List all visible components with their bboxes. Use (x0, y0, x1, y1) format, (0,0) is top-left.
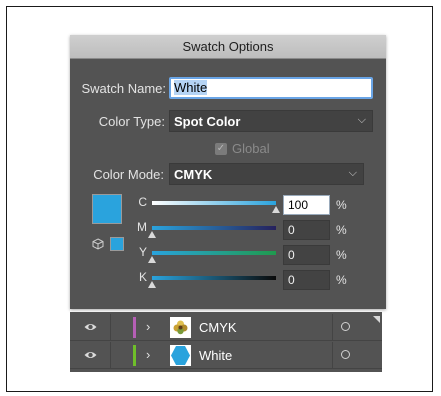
value-field-c[interactable]: 100 (283, 195, 330, 215)
chevron-right-icon[interactable]: › (146, 319, 150, 334)
eye-icon[interactable] (84, 322, 97, 332)
channel-label-m: M (137, 220, 147, 234)
percent-m: % (336, 223, 347, 237)
layer-name: CMYK (199, 320, 237, 335)
global-label: Global (232, 141, 270, 156)
value-m: 0 (288, 223, 295, 237)
chevron-right-icon[interactable]: › (146, 347, 150, 362)
slider-thumb-y[interactable] (148, 256, 156, 263)
column-divider (332, 342, 333, 369)
value-field-m[interactable]: 0 (283, 220, 330, 240)
color-mode-label: Color Mode: (93, 167, 164, 182)
color-type-select[interactable]: Spot Color ⌵ (169, 110, 373, 132)
color-mode-select[interactable]: CMYK ⌵ (169, 163, 364, 185)
color-type-value: Spot Color (174, 113, 241, 129)
swatch-name-input[interactable]: White (169, 77, 373, 99)
selection-corner-icon (373, 316, 380, 323)
dialog-titlebar[interactable]: Swatch Options (70, 35, 386, 59)
global-checkbox[interactable]: ✓ (215, 143, 227, 155)
value-y: 0 (288, 248, 295, 262)
layer-color-bar (133, 317, 136, 338)
slider-thumb-m[interactable] (148, 231, 156, 238)
color-type-label: Color Type: (98, 114, 165, 129)
column-divider (110, 342, 111, 369)
channel-label-k: K (138, 270, 147, 284)
swatch-layers-panel: › CMYK › White (70, 312, 382, 372)
swatch-options-dialog: Swatch Options Swatch Name: White Color … (70, 35, 386, 309)
column-divider (110, 314, 111, 341)
channel-label-c: C (138, 195, 147, 209)
column-divider (332, 314, 333, 341)
value-field-k[interactable]: 0 (283, 270, 330, 290)
chevron-down-icon: ⌵ (348, 167, 357, 179)
layer-name: White (199, 348, 233, 363)
percent-y: % (336, 248, 347, 262)
chevron-down-icon: ⌵ (357, 114, 366, 126)
layer-row[interactable]: › CMYK (70, 314, 382, 341)
percent-k: % (336, 273, 347, 287)
slider-track-k[interactable] (152, 276, 276, 280)
slider-thumb-k[interactable] (148, 281, 156, 288)
percent-c: % (336, 198, 347, 212)
layer-color-bar (133, 345, 136, 366)
blue-shape-icon (170, 345, 191, 366)
slider-thumb-c[interactable] (272, 206, 280, 213)
slider-track-c[interactable] (152, 201, 276, 205)
value-field-y[interactable]: 0 (283, 245, 330, 265)
color-mode-value: CMYK (174, 166, 213, 182)
checkmark-icon: ✓ (216, 143, 226, 154)
slider-track-y[interactable] (152, 251, 276, 255)
target-circle-icon[interactable] (341, 322, 350, 331)
layer-row[interactable]: › White (70, 342, 382, 369)
out-of-gamut-swatch[interactable] (110, 237, 124, 251)
dialog-title: Swatch Options (182, 39, 274, 54)
swatch-name-label: Swatch Name: (81, 81, 166, 96)
eye-icon[interactable] (84, 350, 97, 360)
color-preview-swatch (92, 194, 122, 224)
cube-icon[interactable] (92, 238, 104, 250)
slider-track-m[interactable] (152, 226, 276, 230)
swatch-name-value: White (174, 80, 208, 95)
target-circle-icon[interactable] (341, 350, 350, 359)
flower-icon (170, 317, 191, 338)
value-c: 100 (288, 198, 309, 212)
value-k: 0 (288, 273, 295, 287)
channel-label-y: Y (138, 245, 147, 259)
